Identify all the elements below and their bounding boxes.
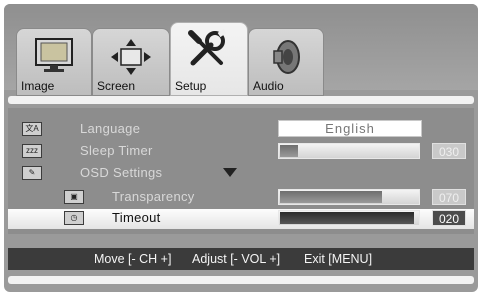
- sleep-timer-label: Sleep Timer: [80, 143, 153, 158]
- osd-menu: Image Screen Setup Audio 文A Language Eng…: [4, 4, 478, 292]
- tab-screen[interactable]: Screen: [92, 28, 170, 96]
- timeout-value: 020: [432, 210, 466, 226]
- expand-arrow-icon: [223, 168, 237, 177]
- help-adjust: Adjust [- VOL +]: [192, 252, 281, 266]
- tab-image[interactable]: Image: [16, 28, 92, 96]
- timeout-slider-fill: [280, 212, 414, 224]
- transparency-slider-fill: [280, 191, 383, 203]
- top-divider: [8, 96, 474, 104]
- transparency-value: 070: [432, 189, 466, 205]
- tab-setup[interactable]: Setup: [170, 22, 248, 96]
- sleep-timer-icon: zzz: [22, 144, 42, 158]
- timeout-slider[interactable]: [278, 210, 420, 226]
- timeout-label: Timeout: [112, 210, 161, 225]
- speaker-icon: [268, 37, 304, 82]
- screen-arrows-icon: [109, 37, 153, 82]
- tab-label-screen: Screen: [97, 79, 136, 93]
- tools-icon: [185, 28, 233, 76]
- language-label: Language: [80, 121, 141, 136]
- monitor-icon: [34, 37, 74, 78]
- menu-row-osd-settings[interactable]: ✎ OSD Settings: [8, 164, 474, 184]
- transparency-icon: ▣: [64, 190, 84, 204]
- sleep-timer-slider[interactable]: [278, 143, 420, 159]
- tab-label-image: Image: [21, 79, 55, 93]
- transparency-slider[interactable]: [278, 189, 420, 205]
- timer-icon: ◷: [64, 211, 84, 225]
- menu-row-language[interactable]: 文A Language English: [8, 120, 474, 140]
- bottom-divider: [8, 276, 474, 284]
- menu-row-timeout[interactable]: ◷ Timeout 020: [8, 209, 474, 229]
- help-move: Move [- CH +]: [94, 252, 172, 266]
- settings-panel: 文A Language English zzz Sleep Timer 030 …: [8, 108, 474, 234]
- transparency-label: Transparency: [112, 189, 195, 204]
- sleep-timer-value: 030: [432, 143, 466, 159]
- osd-settings-icon: ✎: [22, 166, 42, 180]
- menu-row-sleep-timer[interactable]: zzz Sleep Timer 030: [8, 142, 474, 162]
- sleep-timer-slider-fill: [280, 145, 298, 157]
- tab-label-setup: Setup: [175, 79, 207, 93]
- help-exit: Exit [MENU]: [304, 252, 373, 266]
- tab-label-audio: Audio: [253, 79, 284, 93]
- language-icon: 文A: [22, 122, 42, 136]
- menu-row-transparency[interactable]: ▣ Transparency 070: [8, 188, 474, 208]
- osd-settings-label: OSD Settings: [80, 165, 163, 180]
- help-bar: Move [- CH +] Adjust [- VOL +] Exit [MEN…: [8, 248, 474, 270]
- language-value[interactable]: English: [278, 120, 422, 137]
- tab-audio[interactable]: Audio: [248, 28, 324, 96]
